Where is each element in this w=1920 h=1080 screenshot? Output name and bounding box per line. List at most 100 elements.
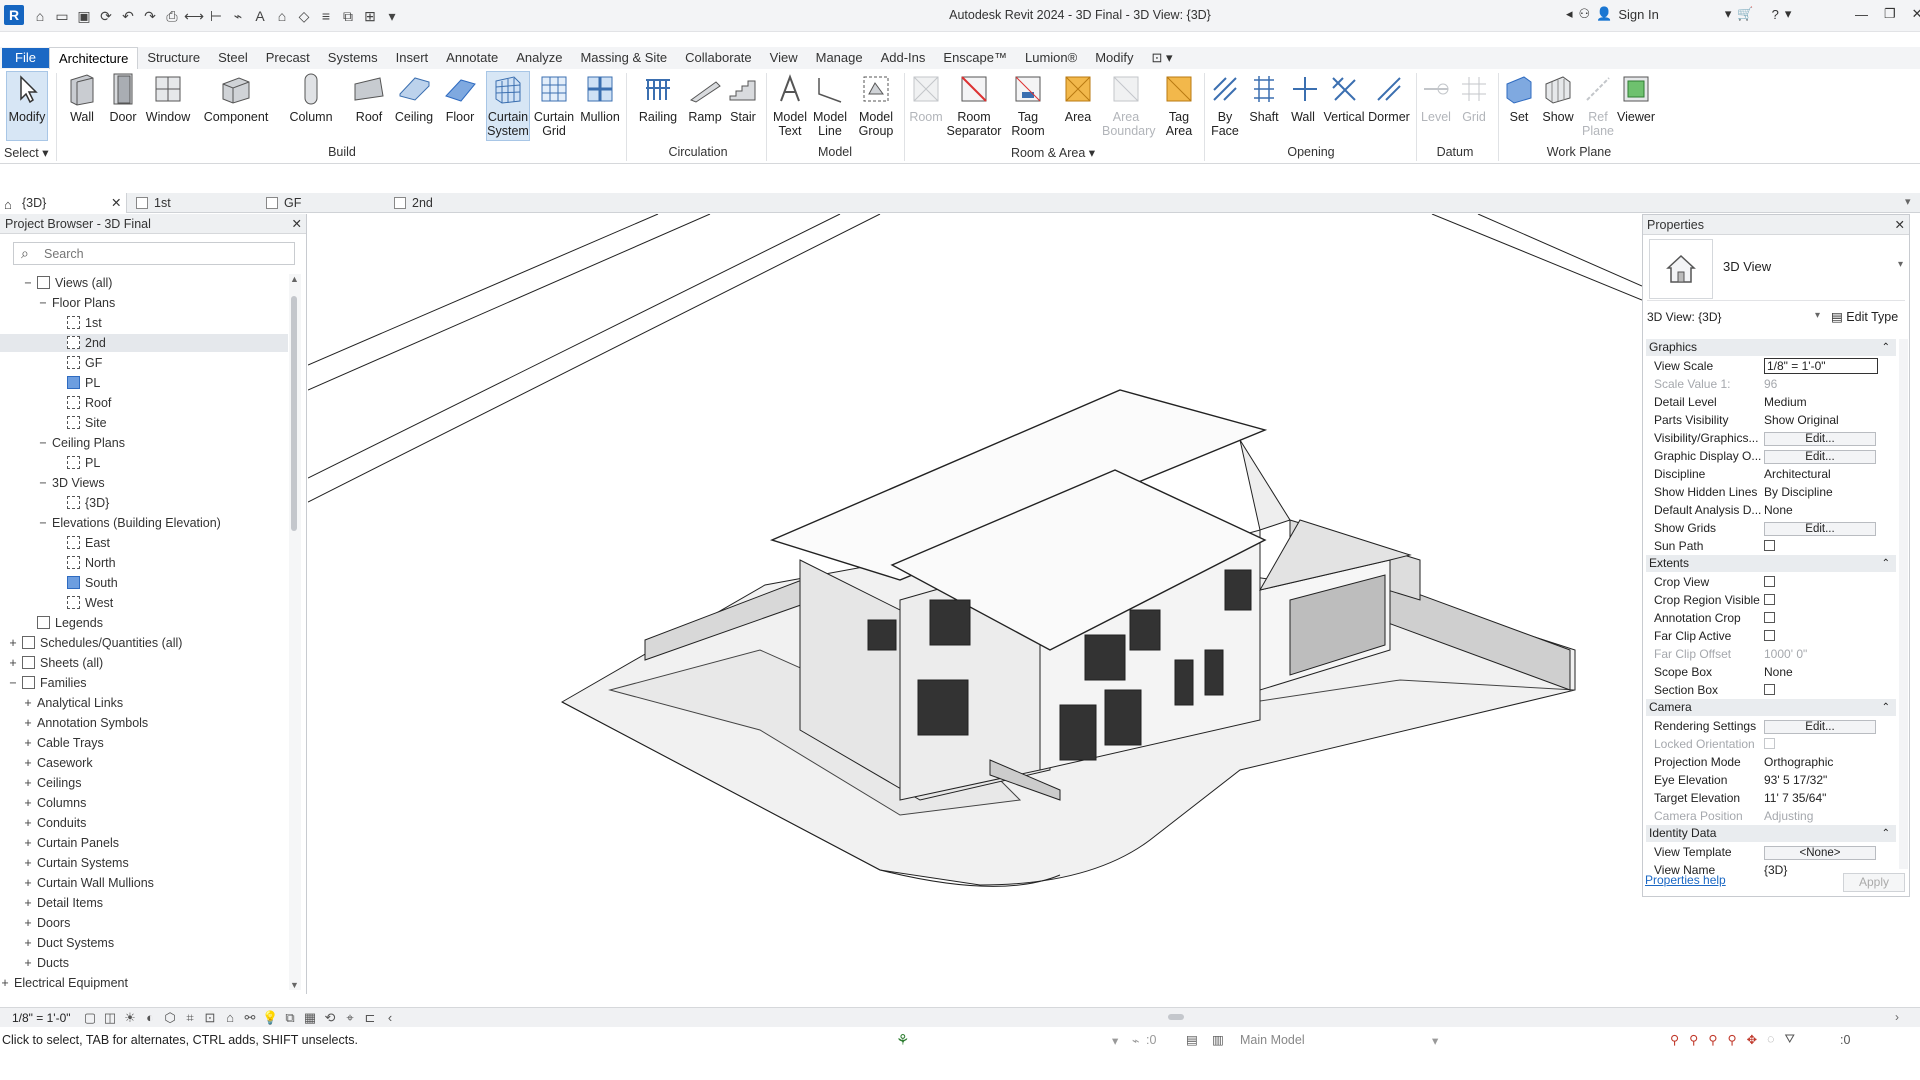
- tabs-overflow-icon[interactable]: ▾: [1905, 195, 1911, 208]
- window-tool[interactable]: Window: [144, 72, 192, 124]
- curtain-grid-tool[interactable]: Curtain Grid: [532, 72, 576, 138]
- collapse-icon[interactable]: −: [38, 434, 48, 452]
- tab-systems[interactable]: Systems: [319, 47, 387, 69]
- property-checkbox[interactable]: [1764, 594, 1775, 605]
- close-icon[interactable]: ✕: [1912, 6, 1920, 22]
- expand-icon[interactable]: +: [23, 894, 33, 912]
- drag-on-selection-icon[interactable]: ✥: [1747, 1032, 1757, 1047]
- property-group[interactable]: Camera ⌃: [1646, 699, 1896, 716]
- undo-icon[interactable]: ↶: [118, 6, 138, 26]
- expand-icon[interactable]: +: [23, 694, 33, 712]
- tab-enscape[interactable]: Enscape™: [934, 47, 1016, 69]
- tree-item[interactable]: + Curtain Systems: [0, 854, 288, 872]
- tab-collaborate[interactable]: Collaborate: [676, 47, 761, 69]
- scroll-down-icon[interactable]: ▼: [290, 980, 299, 990]
- h-scroll-thumb[interactable]: [1168, 1014, 1184, 1020]
- drawing-area-3d[interactable]: [308, 214, 1642, 1004]
- tree-item[interactable]: East: [0, 534, 288, 552]
- reveal-constraints-icon[interactable]: ⊏: [362, 1010, 378, 1026]
- expand-icon[interactable]: +: [23, 734, 33, 752]
- set-tool[interactable]: Set: [1502, 72, 1536, 124]
- collapse-icon[interactable]: −: [8, 674, 18, 692]
- property-value[interactable]: Medium: [1764, 395, 1807, 409]
- scroll-up-icon[interactable]: ▲: [290, 274, 299, 284]
- background-process-icon[interactable]: ◌: [1767, 1032, 1774, 1047]
- chevron-down-icon[interactable]: ▾: [1785, 6, 1792, 22]
- worksharing-icon[interactable]: ▦: [302, 1010, 318, 1026]
- tree-item[interactable]: PL: [0, 374, 288, 392]
- scroll-thumb[interactable]: [291, 296, 297, 531]
- tree-item[interactable]: + Detail Items: [0, 894, 288, 912]
- room-area-panel[interactable]: Room & Area ▾: [908, 145, 1198, 160]
- property-group[interactable]: Identity Data ⌃: [1646, 825, 1896, 842]
- show-crop-icon[interactable]: ⊡: [202, 1010, 218, 1026]
- home-icon[interactable]: ⌂: [30, 6, 50, 26]
- tree-item[interactable]: South: [0, 574, 288, 592]
- property-edit-button[interactable]: Edit...: [1764, 450, 1876, 464]
- tree-item[interactable]: PL: [0, 454, 288, 472]
- wall-tool[interactable]: Wall: [64, 72, 100, 124]
- property-value[interactable]: None: [1764, 503, 1793, 517]
- tree-item[interactable]: + Electrical Equipment: [0, 974, 288, 992]
- by-face-tool[interactable]: By Face: [1208, 72, 1242, 138]
- tab-steel[interactable]: Steel: [209, 47, 257, 69]
- tab-annotate[interactable]: Annotate: [437, 47, 507, 69]
- restore-icon[interactable]: ❐: [1884, 6, 1896, 22]
- design-options-icon[interactable]: ▤: [1186, 1032, 1198, 1047]
- expand-icon[interactable]: +: [23, 794, 33, 812]
- tag-icon[interactable]: ⌁: [228, 6, 248, 26]
- apply-button[interactable]: Apply: [1843, 873, 1905, 892]
- search-input[interactable]: [44, 246, 284, 262]
- railing-tool[interactable]: Railing: [636, 72, 680, 124]
- temp-hide-icon[interactable]: ⚯: [242, 1010, 258, 1026]
- 3d-house-model[interactable]: [308, 214, 1642, 1004]
- tree-item[interactable]: −3D Views: [0, 474, 288, 492]
- edit-type-button[interactable]: ▤ Edit Type: [1831, 309, 1898, 324]
- select-pinned-icon[interactable]: ⚲: [1708, 1032, 1717, 1047]
- back-icon[interactable]: ◂: [1566, 6, 1573, 22]
- expand-icon[interactable]: +: [23, 854, 33, 872]
- print-icon[interactable]: ⎙: [162, 6, 182, 26]
- tree-item[interactable]: + Schedules/Quantities (all): [0, 634, 288, 652]
- chevron-down-icon[interactable]: ▾: [1112, 1033, 1118, 1048]
- property-value[interactable]: Architectural: [1764, 467, 1831, 481]
- show-tool[interactable]: Show: [1540, 72, 1576, 124]
- tab-architecture[interactable]: Architecture: [48, 47, 139, 69]
- tree-item[interactable]: + Annotation Symbols: [0, 714, 288, 732]
- expand-icon[interactable]: +: [8, 634, 18, 652]
- revit-logo[interactable]: R: [4, 5, 24, 25]
- view-scale-input[interactable]: 1/8" = 1'-0": [1764, 358, 1878, 374]
- collapse-icon[interactable]: ⌃: [1882, 555, 1890, 572]
- property-checkbox[interactable]: [1764, 738, 1775, 749]
- chevron-down-icon[interactable]: ▾: [1815, 310, 1820, 321]
- viewer-tool[interactable]: Viewer: [1616, 72, 1656, 124]
- property-edit-button[interactable]: <None>: [1764, 846, 1876, 860]
- type-selector[interactable]: 3D View ▾: [1647, 237, 1905, 301]
- tree-item[interactable]: Roof: [0, 394, 288, 412]
- tab-view[interactable]: View: [761, 47, 807, 69]
- property-checkbox[interactable]: [1764, 684, 1775, 695]
- properties-scrollbar[interactable]: [1899, 339, 1908, 869]
- tree-item[interactable]: + Conduits: [0, 814, 288, 832]
- property-value[interactable]: Show Original: [1764, 413, 1839, 427]
- highlight-displacement-icon[interactable]: ⌖: [342, 1010, 358, 1026]
- property-group[interactable]: Graphics ⌃: [1646, 339, 1896, 356]
- property-value[interactable]: {3D}: [1764, 863, 1787, 877]
- select-links-icon[interactable]: ⚲: [1670, 1032, 1679, 1047]
- tree-item[interactable]: GF: [0, 354, 288, 372]
- ref-plane-tool[interactable]: Ref Plane: [1580, 72, 1616, 138]
- tab-modify[interactable]: Modify: [1086, 47, 1142, 69]
- collapse-icon[interactable]: −: [38, 514, 48, 532]
- collapse-icon[interactable]: ⌃: [1882, 825, 1890, 842]
- area-boundary-tool[interactable]: Area Boundary: [1102, 72, 1156, 138]
- room-tool[interactable]: Room: [908, 72, 944, 124]
- lock-3d-icon[interactable]: ⌂: [222, 1010, 238, 1026]
- shaft-tool[interactable]: Shaft: [1244, 72, 1284, 124]
- collapse-icon[interactable]: −: [38, 294, 48, 312]
- binoculars-icon[interactable]: ⚇: [1579, 6, 1591, 22]
- collapse-icon[interactable]: −: [23, 274, 33, 292]
- detail-level-icon[interactable]: ▢: [82, 1010, 98, 1026]
- property-checkbox[interactable]: [1764, 540, 1775, 551]
- measure-icon[interactable]: ⟷: [184, 6, 204, 26]
- component-tool[interactable]: Component: [200, 72, 272, 124]
